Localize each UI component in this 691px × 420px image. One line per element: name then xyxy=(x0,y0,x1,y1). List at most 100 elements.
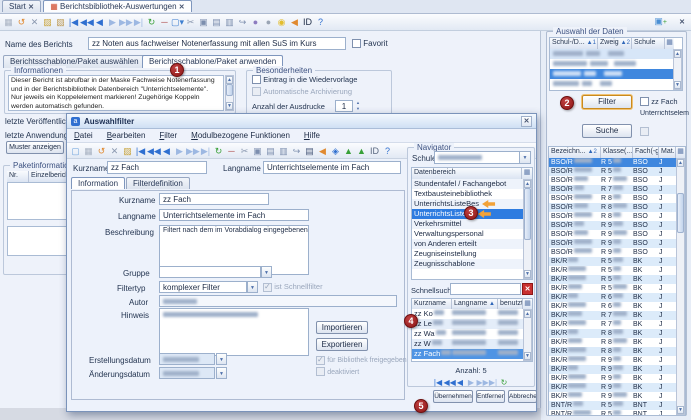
navigator-item[interactable]: Zeugniseinstellung xyxy=(412,249,524,259)
window-gadget-icon[interactable]: ▣+ xyxy=(654,16,667,27)
nav-forward-icon[interactable]: ▶ xyxy=(466,376,477,390)
aenderungsdatum-input[interactable] xyxy=(159,367,215,379)
navigator-item[interactable]: Verwaltungspersonal xyxy=(412,229,524,239)
help-icon[interactable]: ? xyxy=(314,15,327,29)
ergebnis-table[interactable]: Bezeichn... ▲2 Klasse(... Fach(-g... Mat… xyxy=(548,146,686,416)
close-icon[interactable]: ✕ xyxy=(179,4,185,11)
scroll-up-icon[interactable]: ▲ xyxy=(677,159,684,167)
table-row[interactable]: BK/R R 8 BK J xyxy=(549,338,685,347)
cut-icon[interactable]: ✂ xyxy=(238,144,251,158)
scroll-thumb[interactable] xyxy=(226,84,233,96)
nav-fastforward-icon[interactable]: ▶▶ xyxy=(119,15,132,29)
filtertyp-select[interactable]: komplexer Filter xyxy=(159,281,247,293)
kurzname-input[interactable]: zz Fach xyxy=(159,193,269,205)
import-arrow-icon[interactable]: ▲ xyxy=(342,144,355,158)
navigator-item[interactable]: Stundentafel / Fachangebot xyxy=(412,179,524,189)
nav-last-icon[interactable]: ▶| xyxy=(488,376,499,390)
table-row[interactable]: BSO/R R 9 BSO J xyxy=(549,239,685,248)
table-row[interactable]: BK/R R 7 BK J xyxy=(549,320,685,329)
table-row-selected[interactable] xyxy=(550,69,682,79)
nav-back-icon[interactable]: ◀ xyxy=(93,15,106,29)
horn-icon[interactable]: ◀ xyxy=(316,144,329,158)
ausdrucke-input[interactable]: 1 xyxy=(335,100,353,112)
datenbereich-header[interactable]: Datenbereich xyxy=(412,168,521,179)
scroll-down-icon[interactable]: ▼ xyxy=(524,270,531,278)
scroll-thumb[interactable] xyxy=(524,188,531,240)
close-icon[interactable]: ✕ xyxy=(521,116,532,127)
langname-input[interactable]: Unterrichtselemente im Fach xyxy=(159,209,309,221)
undo-icon[interactable]: ↺ xyxy=(95,144,108,158)
col-kurzname[interactable]: Kurzname xyxy=(412,299,452,309)
table-row[interactable] xyxy=(550,59,682,69)
nav-forward-icon[interactable]: ▶ xyxy=(106,15,119,29)
table-row[interactable]: BK/R R 6 BK J xyxy=(549,293,685,302)
nav-forward-icon[interactable]: ▶ xyxy=(173,144,186,158)
save-icon[interactable]: ▦ xyxy=(2,15,15,29)
tab-information[interactable]: Information xyxy=(71,177,125,189)
scroll-down-icon[interactable]: ▼ xyxy=(674,81,681,89)
table-row[interactable]: BK/R R 9 BK J xyxy=(549,365,685,374)
chevron-down-icon[interactable]: ▼ xyxy=(247,281,258,293)
col-schule[interactable]: Schule xyxy=(632,38,664,49)
copy-icon[interactable]: ▣ xyxy=(251,144,264,158)
filter-list-table[interactable]: Kurzname Langname ▲ benutzt ▦ zz Ko zz L… xyxy=(411,298,533,362)
table-row[interactable]: BSO/R R 9 BSO J xyxy=(549,248,685,257)
tab-start[interactable]: Start ✕ xyxy=(2,0,41,12)
col-fach[interactable]: Fach(-g... xyxy=(633,147,659,158)
chevron-down-icon[interactable]: ▼ xyxy=(216,353,227,365)
datenbereich-list[interactable]: Datenbereich ▦ Stundentafel / Fachangebo… xyxy=(411,167,533,280)
delete-icon[interactable]: ✕ xyxy=(28,15,41,29)
filter-list-scrollbar[interactable]: ▲ ▼ xyxy=(523,309,532,361)
report-name-input[interactable]: zz Noten aus fachweiser Notenerfassung m… xyxy=(88,37,346,50)
scroll-up-icon[interactable]: ▲ xyxy=(674,50,681,58)
redo-icon[interactable]: ↪ xyxy=(236,15,249,29)
duplicate-icon[interactable]: ▥ xyxy=(277,144,290,158)
nav-fastforward-icon[interactable]: ▶▶ xyxy=(477,376,488,390)
filter[interactable]: Filter xyxy=(152,129,184,142)
nav-first-icon[interactable]: |◀ xyxy=(134,144,147,158)
nav-back-icon[interactable]: ◀ xyxy=(455,376,466,390)
schule-table[interactable]: Schul-/D... ▲1 Zweig ▲2 Schule ▦ ▲ ▼ xyxy=(549,37,683,91)
save-icon[interactable]: ▦ xyxy=(82,144,95,158)
table-row[interactable]: BSO/R R 9 BSO J xyxy=(549,221,685,230)
close-panel-icon[interactable]: ✕ xyxy=(679,18,685,26)
muster-anzeigen-button[interactable]: Muster anzeigen xyxy=(6,141,64,154)
filter-row[interactable]: zz Wa xyxy=(412,329,532,339)
duplicate-icon[interactable]: ▥ xyxy=(223,15,236,29)
column-picker-icon[interactable]: ▦ xyxy=(522,299,532,309)
tab-berichtsbibliothek[interactable]: ▦ Berichtsbibliothek-Auswertungen ✕ xyxy=(43,0,191,12)
favorit-checkbox-box[interactable] xyxy=(352,39,361,48)
navigator-item[interactable]: Verkehrsmittel xyxy=(412,219,524,229)
nav-last-icon[interactable]: ▶| xyxy=(199,144,212,158)
column-picker-icon[interactable]: ▦ xyxy=(521,168,532,179)
copy-icon[interactable]: ▣ xyxy=(197,15,210,29)
paste-icon[interactable]: ▤ xyxy=(210,15,223,29)
suche-button[interactable]: Suche xyxy=(582,124,632,138)
col-schul[interactable]: Schul-/D... ▲1 xyxy=(550,38,598,49)
refresh-icon[interactable]: ↻ xyxy=(212,144,225,158)
table-row[interactable]: BK/R R 9 BK J xyxy=(549,383,685,392)
chevron-down-icon[interactable]: ▼ xyxy=(519,151,531,164)
cut-icon[interactable]: ✂ xyxy=(184,15,197,29)
nav-fastback-icon[interactable]: ◀◀ xyxy=(444,376,455,390)
col-bezeichnung[interactable]: Bezeichn... ▲2 xyxy=(549,147,601,158)
scroll-up-icon[interactable]: ▲ xyxy=(524,180,531,188)
uebernehmen-button[interactable]: Übernehmen xyxy=(433,390,473,403)
langname-header-input[interactable]: Unterrichtselemente im Fach xyxy=(263,161,401,174)
fit-icon[interactable]: ◈ xyxy=(329,144,342,158)
table-row[interactable] xyxy=(550,79,682,89)
refresh-icon[interactable]: ↻ xyxy=(499,376,510,390)
scroll-down-icon[interactable]: ▼ xyxy=(524,352,531,360)
hinweis-textarea[interactable] xyxy=(159,308,309,356)
wiedervorlage-checkbox-box[interactable] xyxy=(252,75,261,84)
nav-first-icon[interactable]: |◀ xyxy=(67,15,80,29)
nav-fastback-icon[interactable]: ◀◀ xyxy=(147,144,160,158)
nav-fastback-icon[interactable]: ◀◀ xyxy=(80,15,93,29)
table-row[interactable]: BK/R R 8 BK J xyxy=(549,329,685,338)
scroll-thumb[interactable] xyxy=(677,193,684,233)
edit-icon[interactable]: ▨ xyxy=(41,15,54,29)
refresh-icon[interactable]: ↻ xyxy=(145,15,158,29)
col-mat[interactable]: Mat... ▲1 xyxy=(659,147,675,158)
hilfe[interactable]: Hilfe xyxy=(297,129,327,142)
importieren-button[interactable]: Importieren xyxy=(316,321,368,334)
